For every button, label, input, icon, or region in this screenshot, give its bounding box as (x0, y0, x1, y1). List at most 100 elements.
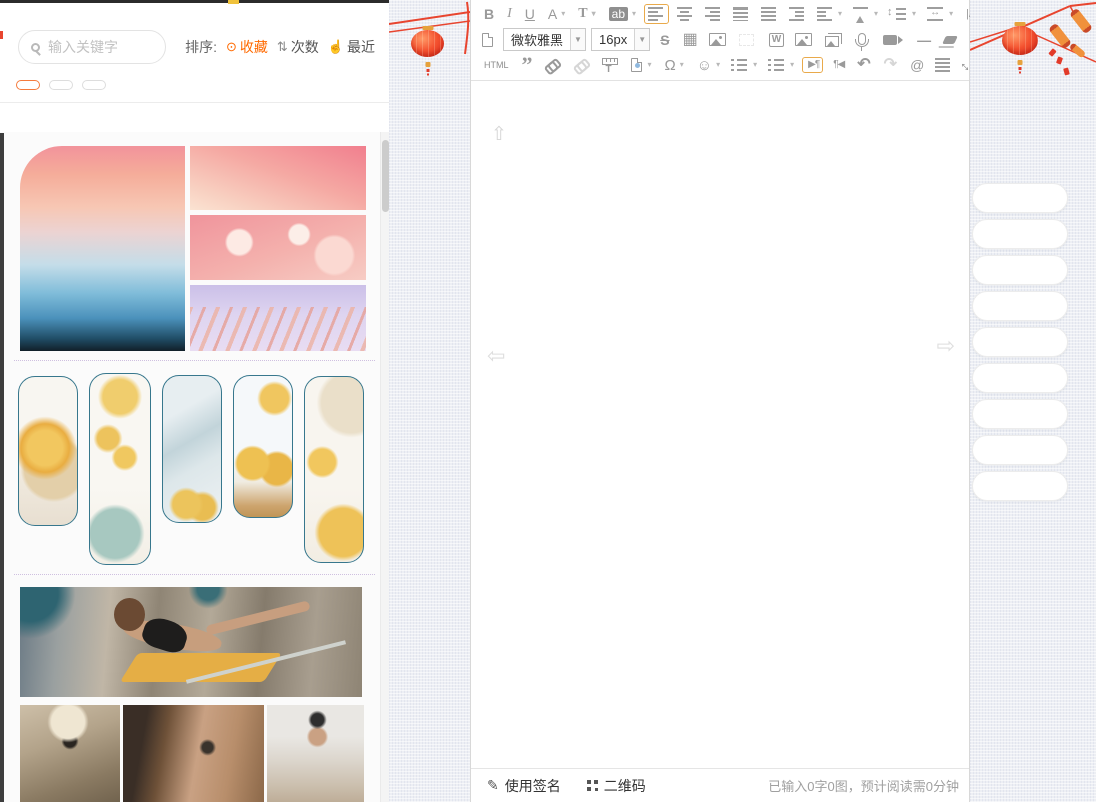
gallery-icon[interactable] (822, 31, 847, 49)
template-icon[interactable] (628, 56, 655, 74)
sunglasses-closeup-photo[interactable] (123, 705, 264, 802)
right-action-strip (970, 0, 1096, 802)
word-import-icon[interactable]: W (764, 31, 787, 49)
letter-spacing-icon[interactable] (924, 5, 956, 23)
mooncake-card-1[interactable] (18, 376, 78, 526)
sort-option-icon: ⊙ (226, 39, 237, 55)
unordered-list-icon[interactable] (765, 56, 797, 74)
margin-top-icon[interactable] (850, 5, 881, 23)
search-icon (31, 43, 40, 52)
use-signature-button[interactable]: ✎ 使用签名 (487, 776, 561, 796)
unlink-icon[interactable] (570, 57, 594, 74)
table-icon[interactable]: ▦ (678, 30, 701, 50)
horizontal-rule-icon[interactable]: — (912, 31, 934, 49)
rtl-icon[interactable]: ¶◀ (828, 58, 847, 72)
red-lantern-icon (1002, 26, 1038, 55)
qrcode-button[interactable]: 二维码 (587, 776, 646, 796)
window-left-edge (0, 133, 4, 802)
pink-sunset-image[interactable] (20, 146, 185, 351)
template-mooncake-cards[interactable] (18, 373, 365, 565)
mooncake-card-5[interactable] (304, 376, 364, 563)
sort-count[interactable]: ⇅次数 (277, 37, 319, 57)
import-article-button[interactable] (972, 291, 1068, 321)
scrollbar-thumb[interactable] (382, 140, 389, 212)
text-ruler-icon[interactable] (599, 56, 623, 75)
clear-new-button[interactable] (972, 327, 1068, 357)
bold-icon[interactable]: B (479, 5, 497, 23)
template-separator (14, 360, 375, 361)
left-hint: ⇦ (487, 343, 515, 369)
qrcode-icon (587, 780, 598, 791)
special-char-icon[interactable]: Ω (660, 56, 687, 75)
highlight-icon[interactable]: ab (604, 5, 639, 23)
more-features-button[interactable] (972, 471, 1068, 501)
phone-preview-button[interactable] (972, 363, 1068, 393)
ltr-icon[interactable]: ▶¶ (802, 57, 823, 73)
editor-content-area[interactable]: ⇧ ⇦ ⇨ (471, 81, 969, 761)
redo-icon[interactable]: ↷ (879, 55, 900, 75)
web-copy-button[interactable] (972, 219, 1068, 249)
text-style-icon[interactable]: T (573, 5, 598, 23)
editor-footer: ✎ 使用签名 二维码 已输入0字0图，预计阅读需0分钟 (471, 768, 969, 802)
image-placeholder-icon[interactable] (736, 32, 759, 48)
font-family-select[interactable]: 微软雅黑 ▼ (503, 28, 586, 51)
new-doc-icon[interactable] (479, 31, 498, 49)
left-panel-scrollbar[interactable] (380, 132, 389, 802)
image-icon[interactable] (792, 31, 817, 48)
cloud-draft-button[interactable] (972, 399, 1068, 429)
template-pink-sky-collage[interactable] (20, 146, 366, 351)
beret-cafe-photo[interactable] (20, 705, 120, 802)
line-height-icon[interactable] (886, 5, 919, 23)
audio-icon[interactable] (852, 31, 875, 49)
pampas-grass-image[interactable] (190, 285, 366, 351)
template-beach-photo[interactable] (20, 587, 362, 697)
eraser-icon[interactable] (939, 34, 963, 46)
firecrackers-icon (1034, 0, 1096, 92)
align-top-icon[interactable] (730, 5, 753, 23)
mooncake-card-4[interactable] (233, 375, 293, 518)
toolbar-row-2: 微软雅黑 ▼ 16px ▼ S ▦ W — (471, 26, 969, 53)
filter-favorites[interactable] (49, 80, 73, 90)
mooncake-card-3[interactable] (162, 375, 222, 523)
sort-favorites[interactable]: ⊙收藏 (226, 37, 268, 57)
underline-icon[interactable]: U (520, 5, 538, 23)
ordered-list-icon[interactable] (728, 56, 760, 74)
font-size-select[interactable]: 16px ▼ (591, 28, 650, 51)
chart-image-icon[interactable] (706, 31, 731, 48)
sort-recent[interactable]: ☝最近 (328, 37, 375, 57)
save-article-button[interactable] (972, 255, 1068, 285)
sort-option-icon: ⇅ (277, 39, 288, 55)
template-separator (14, 574, 375, 575)
indent-icon[interactable] (786, 5, 809, 23)
filter-newest[interactable] (82, 80, 106, 90)
link-icon[interactable] (541, 57, 565, 74)
hanging-indent-icon[interactable] (814, 5, 845, 23)
long-image-button[interactable] (972, 435, 1068, 465)
undo-icon[interactable]: ↶ (852, 55, 873, 75)
summary-icon[interactable] (932, 56, 955, 74)
at-search-icon[interactable]: @ (905, 56, 927, 74)
fluffy-clouds-image[interactable] (190, 215, 366, 280)
emoji-icon[interactable]: ☺ (692, 56, 723, 75)
wechat-copy-button[interactable] (972, 183, 1068, 213)
search-input[interactable]: 输入关键字 (18, 30, 166, 64)
sort-bar: 排序: ⊙收藏 ⇅次数 ☝最近 (185, 37, 375, 57)
template-fashion-photos[interactable] (20, 705, 365, 802)
align-center-icon[interactable] (674, 5, 697, 23)
sort-label: 排序: (185, 37, 217, 57)
font-color-icon[interactable]: A (543, 5, 568, 23)
editor-panel: BIUATab|A| 微软雅黑 ▼ 16px ▼ S ▦ W — HTML ” Ω ☺ ▶¶ ¶… (470, 0, 970, 802)
pink-clouds-image[interactable] (190, 146, 366, 210)
align-right-icon[interactable] (702, 5, 725, 23)
italic-icon[interactable]: I (502, 5, 515, 23)
filter-recommend[interactable] (16, 80, 40, 90)
html-icon[interactable]: HTML (479, 59, 512, 72)
align-left-icon[interactable] (644, 4, 669, 24)
toolbar-row-1: BIUATab|A| (471, 2, 969, 26)
align-justify-icon[interactable] (758, 5, 781, 23)
mooncake-card-2[interactable] (89, 373, 151, 565)
blockquote-icon[interactable]: ” (517, 59, 536, 71)
strikethrough-icon[interactable]: S (655, 31, 672, 49)
video-icon[interactable] (880, 33, 907, 47)
white-shirt-photo[interactable] (267, 705, 364, 802)
